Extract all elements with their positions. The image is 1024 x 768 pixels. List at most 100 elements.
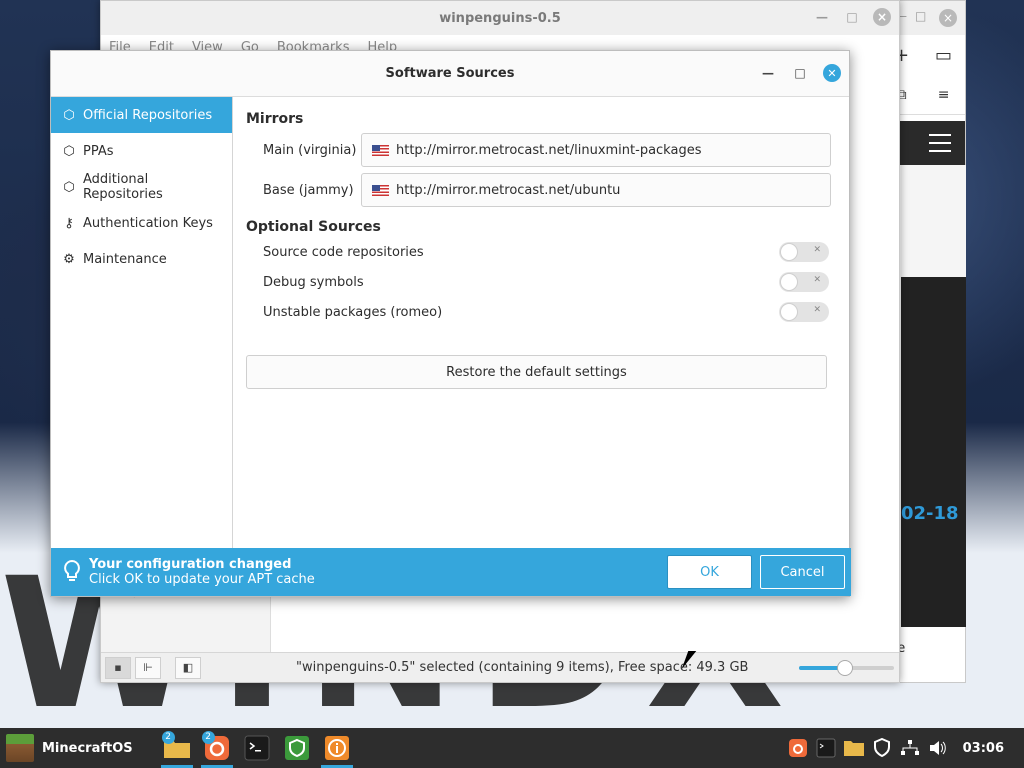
lightbulb-icon (61, 559, 83, 585)
option-debug-symbols: Debug symbols ✕ (246, 267, 831, 297)
show-treeview-button[interactable]: ⊩ (135, 656, 161, 679)
option-label: Source code repositories (263, 244, 424, 260)
launcher-info[interactable] (317, 728, 357, 768)
folder-icon: ▪ (114, 661, 122, 674)
us-flag-icon (372, 184, 389, 196)
statusbar: ▪ ⊩ ◧ "winpenguins-0.5" selected (contai… (101, 652, 899, 682)
launcher-firefox[interactable]: 2 (197, 728, 237, 768)
info-text: Your configuration changed Click OK to u… (89, 557, 315, 587)
terminal-tray-icon[interactable] (815, 737, 837, 759)
page-panel (901, 165, 966, 277)
option-label: Unstable packages (romeo) (263, 304, 443, 320)
minimize-icon[interactable]: — (759, 64, 777, 82)
mirror-label: Base (jammy) (263, 182, 354, 198)
toggle-off-icon: ✕ (813, 275, 821, 285)
dialog-content: Mirrors Main (virginia) http://mirror.me… (246, 97, 831, 550)
option-label: Debug symbols (263, 274, 364, 290)
mirrors-heading: Mirrors (246, 111, 304, 127)
terminal-icon (244, 735, 270, 761)
hide-sidebar-button[interactable]: ◧ (175, 656, 201, 679)
update-manager-tray-icon[interactable] (787, 737, 809, 759)
zoom-handle[interactable] (836, 660, 853, 676)
shield-tray-icon[interactable] (871, 737, 893, 759)
gear-icon: ⚙ (63, 251, 75, 267)
unstable-packages-toggle[interactable]: ✕ (779, 302, 829, 322)
hamburger-icon[interactable] (929, 134, 951, 152)
mirror-row-main: Main (virginia) http://mirror.metrocast.… (246, 133, 831, 167)
maximize-icon[interactable]: □ (791, 64, 809, 82)
toggle-knob (780, 273, 798, 291)
source-code-toggle[interactable]: ✕ (779, 242, 829, 262)
close-icon[interactable]: × (939, 9, 957, 27)
package-icon: ⬡ (63, 179, 75, 195)
main-mirror-button[interactable]: http://mirror.metrocast.net/linuxmint-pa… (361, 133, 831, 167)
us-flag-icon (372, 144, 389, 156)
file-manager-titlebar: winpenguins-0.5 — □ × (101, 1, 899, 35)
sidebar-item-additional-repositories[interactable]: ⬡ Additional Repositories (51, 169, 232, 205)
optional-sources-heading: Optional Sources (246, 219, 381, 235)
mirror-label: Main (virginia) (263, 142, 357, 158)
toggle-off-icon: ✕ (813, 305, 821, 315)
toggle-knob (780, 243, 798, 261)
package-icon: ⬡ (63, 107, 75, 123)
maximize-icon[interactable]: □ (915, 9, 926, 23)
tree-icon: ⊩ (143, 661, 153, 674)
key-icon: ⚷ (64, 215, 74, 231)
package-icon: ⬡ (63, 143, 75, 159)
sidebar-item-maintenance[interactable]: ⚙ Maintenance (51, 241, 232, 277)
option-unstable-packages: Unstable packages (romeo) ✕ (246, 297, 831, 327)
sidebar-item-label: Authentication Keys (83, 215, 213, 231)
status-text: "winpenguins-0.5" selected (containing 9… (296, 660, 749, 675)
mirror-row-base: Base (jammy) http://mirror.metrocast.net… (246, 173, 831, 207)
system-tray: 03:06 (787, 728, 1024, 768)
tab-list-icon[interactable]: ▭ (935, 45, 952, 66)
zoom-slider[interactable] (799, 660, 894, 676)
sidebar-icon: ◧ (182, 661, 194, 674)
sidebar-item-ppas[interactable]: ⬡ PPAs (51, 133, 232, 169)
info-title: Your configuration changed (89, 557, 292, 572)
info-subtitle: Click OK to update your APT cache (89, 572, 315, 587)
window-title: winpenguins-0.5 (439, 10, 561, 26)
sidebar-item-authentication-keys[interactable]: ⚷ Authentication Keys (51, 205, 232, 241)
network-tray-icon[interactable] (899, 737, 921, 759)
sidebar-item-official-repositories[interactable]: ⬡ Official Repositories (51, 97, 232, 133)
info-bar: Your configuration changed Click OK to u… (51, 548, 851, 596)
launcher-terminal[interactable] (237, 728, 277, 768)
cancel-button[interactable]: Cancel (760, 555, 845, 589)
launcher-badge: 2 (161, 731, 175, 744)
sidebar-item-label: Official Repositories (83, 107, 213, 123)
shield-icon (284, 736, 309, 760)
clock[interactable]: 03:06 (963, 741, 1004, 756)
software-sources-dialog[interactable]: Software Sources — □ ✕ ⬡ Official Reposi… (50, 50, 851, 597)
menu-icon[interactable]: ≡ (938, 87, 950, 103)
maximize-icon[interactable]: □ (843, 8, 861, 26)
show-places-button[interactable]: ▪ (105, 656, 131, 679)
minimize-icon[interactable]: — (813, 8, 831, 26)
folder-tray-icon[interactable] (843, 737, 865, 759)
menu-label: MinecraftOS (42, 740, 133, 756)
close-icon[interactable]: ✕ (823, 64, 841, 82)
info-icon (324, 736, 349, 760)
ok-button[interactable]: OK (667, 555, 752, 589)
dialog-titlebar: Software Sources — □ ✕ (51, 51, 849, 97)
volume-tray-icon[interactable] (927, 737, 949, 759)
launcher-badge: 2 (201, 731, 215, 744)
launcher-shield[interactable] (277, 728, 317, 768)
debug-symbols-toggle[interactable]: ✕ (779, 272, 829, 292)
launcher-files[interactable]: 2 (157, 728, 197, 768)
start-menu-button[interactable]: MinecraftOS (0, 728, 143, 768)
sidebar-item-label: Maintenance (83, 251, 167, 267)
sidebar-item-label: PPAs (83, 143, 114, 159)
toggle-knob (780, 303, 798, 321)
sidebar-item-label: Additional Repositories (82, 172, 163, 202)
toggle-off-icon: ✕ (813, 245, 821, 255)
base-mirror-button[interactable]: http://mirror.metrocast.net/ubuntu (361, 173, 831, 207)
restore-defaults-button[interactable]: Restore the default settings (246, 355, 827, 389)
page-dark-area (901, 277, 966, 627)
mirror-url: http://mirror.metrocast.net/linuxmint-pa… (396, 142, 702, 158)
close-icon[interactable]: × (873, 8, 891, 26)
minecraft-logo-icon (6, 734, 34, 762)
dialog-title: Software Sources (385, 66, 515, 81)
dialog-sidebar: ⬡ Official Repositories ⬡ PPAs ⬡ Additio… (51, 97, 233, 550)
mirror-url: http://mirror.metrocast.net/ubuntu (396, 182, 621, 198)
